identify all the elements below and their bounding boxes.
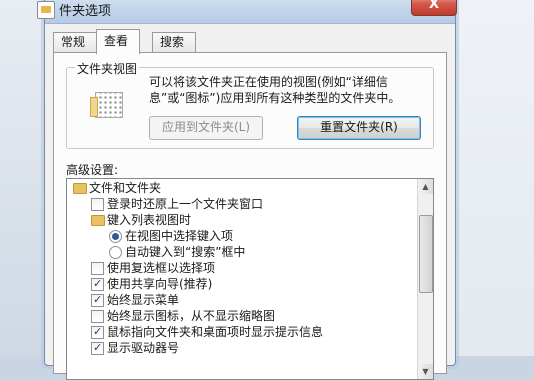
folder-views-description: 可以将该文件夹正在使用的视图(例如“详细信息”或“图标”)应用到所有这种类型的文… bbox=[149, 75, 401, 105]
item-label: 文件和文件夹 bbox=[89, 181, 162, 195]
vertical-scrollbar[interactable]: ▲ ▼ bbox=[417, 179, 433, 379]
checkbox[interactable] bbox=[91, 324, 104, 340]
item-label: 在视图中选择键入项 bbox=[125, 229, 234, 243]
item-label: 始终显示菜单 bbox=[107, 293, 180, 307]
scroll-thumb[interactable] bbox=[419, 215, 433, 293]
apply-to-folders-button[interactable]: 应用到文件夹(L) bbox=[149, 116, 263, 140]
item-label: 鼠标指向文件夹和桌面项时显示提示信息 bbox=[107, 325, 324, 339]
radio-button[interactable] bbox=[109, 230, 122, 243]
checkbox[interactable] bbox=[91, 198, 104, 211]
folder-options-dialog: 件夹选项 X 常规 查看 搜索 文件夹视图 可以将该文件夹正在使用的视图(例如“… bbox=[37, 0, 457, 380]
folder-view-icon bbox=[90, 92, 123, 118]
folder-views-group: 文件夹视图 可以将该文件夹正在使用的视图(例如“详细信息”或“图标”)应用到所有… bbox=[66, 60, 434, 149]
advanced-settings-list: 文件和文件夹 登录时还原上一个文件夹窗口 键入列表视图时 在视图中选择键入项 自… bbox=[66, 178, 434, 380]
checkbox[interactable] bbox=[91, 276, 104, 292]
scroll-down-arrow-icon[interactable]: ▼ bbox=[418, 364, 433, 379]
scroll-up-arrow-icon[interactable]: ▲ bbox=[418, 179, 433, 194]
item-label: 显示驱动器号 bbox=[107, 341, 180, 355]
item-label: 使用共享向导(推荐) bbox=[107, 277, 213, 291]
tab-general[interactable]: 常规 bbox=[53, 32, 97, 53]
radio-button[interactable] bbox=[109, 246, 122, 259]
folder-options-icon bbox=[37, 1, 55, 19]
item-label: 登录时还原上一个文件夹窗口 bbox=[107, 197, 264, 211]
advanced-settings-label: 高级设置: bbox=[66, 163, 119, 177]
folder-views-label: 文件夹视图 bbox=[75, 60, 140, 77]
checkbox[interactable] bbox=[91, 310, 104, 323]
title-bar[interactable]: 件夹选项 X bbox=[37, 0, 457, 24]
folder-icon bbox=[91, 215, 105, 226]
tab-view[interactable]: 查看 bbox=[96, 29, 140, 54]
item-label: 键入列表视图时 bbox=[107, 213, 192, 227]
item-label: 使用复选框以选择项 bbox=[107, 261, 216, 275]
tab-search[interactable]: 搜索 bbox=[152, 32, 196, 53]
background-right bbox=[455, 0, 534, 356]
view-tab-panel: 文件夹视图 可以将该文件夹正在使用的视图(例如“详细信息”或“图标”)应用到所有… bbox=[53, 52, 447, 380]
checkbox[interactable] bbox=[91, 340, 104, 356]
reset-folders-button[interactable]: 重置文件夹(R) bbox=[297, 116, 421, 140]
close-button[interactable]: X bbox=[411, 0, 457, 16]
item-label: 自动键入到“搜索”框中 bbox=[125, 245, 246, 259]
window-title: 件夹选项 bbox=[59, 4, 112, 19]
checkbox[interactable] bbox=[91, 262, 104, 275]
background-left bbox=[0, 0, 48, 356]
folder-icon bbox=[73, 183, 87, 194]
item-label: 始终显示图标，从不显示缩略图 bbox=[107, 309, 276, 323]
checkbox[interactable] bbox=[91, 292, 104, 308]
